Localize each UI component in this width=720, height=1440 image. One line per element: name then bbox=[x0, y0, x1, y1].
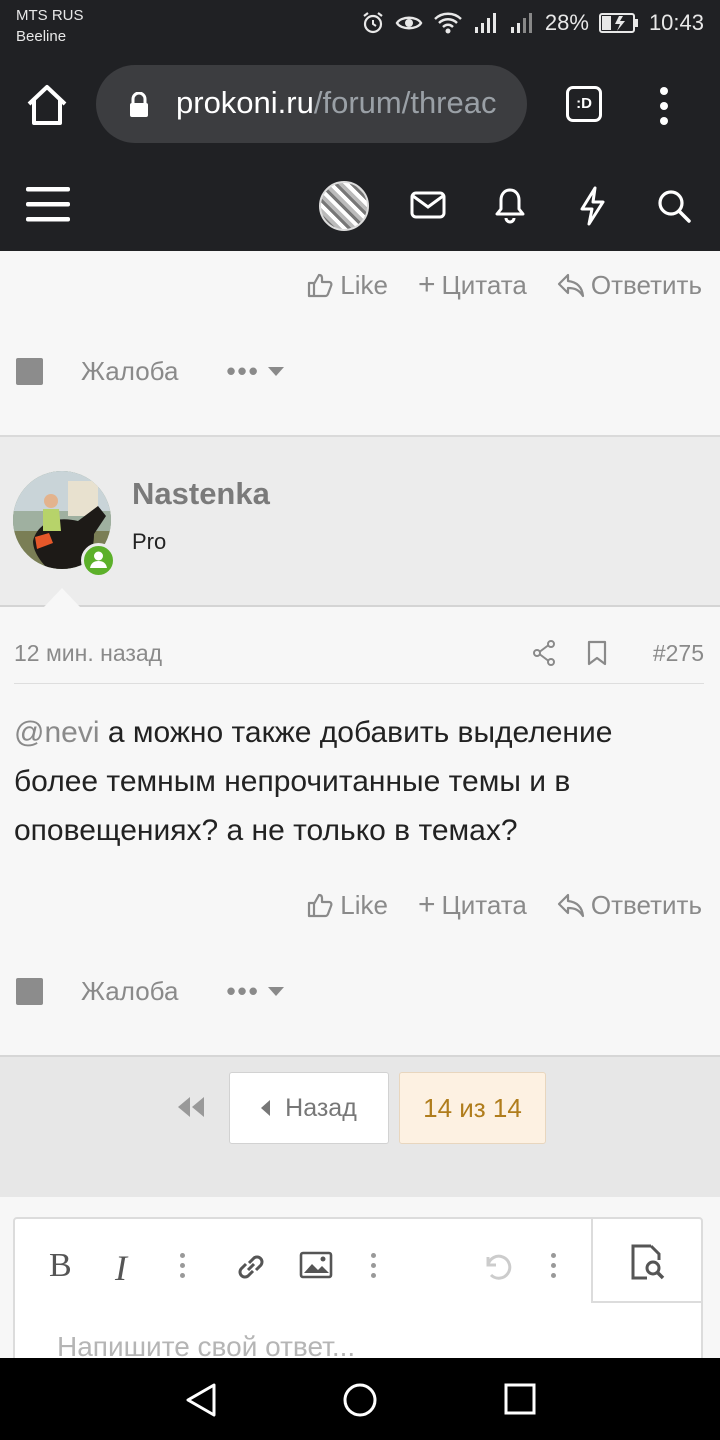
signal-icon-2 bbox=[510, 13, 532, 33]
post-user-info: Nastenka Pro bbox=[0, 451, 720, 607]
browser-menu-icon[interactable] bbox=[650, 86, 678, 126]
report-link[interactable]: Жалоба bbox=[81, 356, 178, 387]
pointer-notch bbox=[44, 588, 80, 607]
bold-button[interactable]: B bbox=[49, 1247, 72, 1285]
battery-percent: 28% bbox=[544, 10, 589, 35]
search-icon[interactable] bbox=[656, 188, 692, 224]
more-format-icon[interactable] bbox=[180, 1253, 186, 1283]
lightning-icon[interactable] bbox=[578, 186, 606, 226]
system-nav-bar bbox=[0, 1358, 720, 1440]
quote-button[interactable]: + Цитата bbox=[418, 268, 527, 302]
user-avatar[interactable] bbox=[319, 181, 369, 231]
like-button[interactable]: Like bbox=[306, 270, 388, 301]
hamburger-menu-icon[interactable] bbox=[26, 185, 72, 225]
lock-icon bbox=[130, 92, 148, 117]
bell-icon[interactable] bbox=[494, 186, 526, 224]
reply-arrow-icon bbox=[557, 893, 584, 918]
browser-toolbar: prokoni.ru/forum/threac :D bbox=[0, 50, 720, 160]
username-link[interactable]: Nastenka bbox=[132, 476, 270, 512]
mail-icon[interactable] bbox=[410, 190, 446, 220]
battery-icon bbox=[598, 13, 638, 33]
user-mention[interactable]: @nevi bbox=[14, 716, 100, 749]
quote-button[interactable]: + Цитата bbox=[418, 888, 527, 922]
post-time[interactable]: 12 мин. назад bbox=[14, 640, 162, 667]
url-host: prokoni.ru bbox=[176, 85, 314, 120]
reply-button[interactable]: Ответить bbox=[557, 890, 702, 921]
plus-icon: + bbox=[417, 268, 436, 301]
share-icon[interactable] bbox=[532, 640, 556, 666]
more-insert-icon[interactable] bbox=[371, 1253, 377, 1283]
link-icon[interactable] bbox=[233, 1249, 269, 1285]
more-options-button[interactable]: ••• bbox=[226, 356, 284, 387]
more-options-button[interactable]: ••• bbox=[226, 976, 284, 1007]
carrier-info: MTS RUS Beeline bbox=[16, 5, 84, 47]
first-page-icon[interactable] bbox=[176, 1095, 206, 1119]
thumbs-up-icon bbox=[308, 273, 333, 298]
thumbs-up-icon bbox=[308, 893, 333, 918]
plus-icon: + bbox=[417, 888, 436, 921]
status-bar: MTS RUS Beeline 28% 10:43 bbox=[0, 0, 720, 50]
undo-icon[interactable] bbox=[479, 1249, 515, 1285]
post-message: а можно также добавить выделение более т… bbox=[14, 716, 613, 847]
alarm-icon bbox=[363, 12, 383, 34]
quote-label: Цитата bbox=[441, 269, 527, 300]
post-separator bbox=[0, 435, 720, 451]
reply-label: Ответить bbox=[590, 889, 702, 920]
like-label: Like bbox=[340, 269, 388, 300]
status-icons: 28% 10:43 bbox=[361, 10, 704, 36]
eye-icon bbox=[395, 16, 423, 30]
report-link[interactable]: Жалоба bbox=[81, 976, 178, 1007]
like-button[interactable]: Like bbox=[306, 890, 388, 921]
tab-switcher-button[interactable]: :D bbox=[566, 86, 602, 122]
like-label: Like bbox=[340, 889, 388, 920]
url-text[interactable]: prokoni.ru/forum/threac bbox=[176, 85, 511, 121]
caret-down-icon bbox=[267, 986, 284, 996]
url-path: /forum/threac bbox=[313, 85, 497, 120]
caret-left-icon bbox=[261, 1100, 271, 1116]
recents-icon[interactable] bbox=[504, 1383, 536, 1415]
carrier-2: Beeline bbox=[16, 28, 67, 45]
signal-icon-1 bbox=[474, 13, 496, 33]
reply-editor: B I Напишите свой ответ... bbox=[13, 1217, 703, 1377]
preview-icon bbox=[631, 1244, 665, 1280]
user-title: Pro bbox=[132, 529, 167, 554]
prev-page-button[interactable]: Назад bbox=[229, 1072, 389, 1144]
reply-button[interactable]: Ответить bbox=[557, 270, 702, 301]
preview-button[interactable] bbox=[591, 1219, 701, 1303]
reply-label: Ответить bbox=[590, 269, 702, 300]
prev-page-label: Назад bbox=[285, 1093, 357, 1122]
post-meta: 12 мин. назад #275 bbox=[14, 640, 704, 684]
back-icon[interactable] bbox=[184, 1382, 218, 1418]
online-status-icon bbox=[81, 543, 116, 578]
address-bar[interactable]: prokoni.ru/forum/threac bbox=[96, 65, 527, 143]
home-circle-icon[interactable] bbox=[342, 1382, 378, 1418]
more-options-icon[interactable] bbox=[551, 1253, 557, 1283]
pagination: Назад 14 из 14 bbox=[0, 1055, 720, 1197]
previous-post-report-row: Жалоба ••• bbox=[16, 356, 284, 387]
reply-arrow-icon bbox=[557, 273, 584, 298]
ellipsis-icon: ••• bbox=[226, 356, 260, 386]
caret-down-icon bbox=[267, 366, 284, 376]
wifi-icon bbox=[434, 12, 462, 34]
ellipsis-icon: ••• bbox=[226, 976, 260, 1006]
clock: 10:43 bbox=[648, 10, 704, 35]
home-icon[interactable] bbox=[24, 82, 70, 128]
site-header bbox=[0, 160, 720, 251]
select-checkbox[interactable] bbox=[16, 978, 43, 1005]
italic-button[interactable]: I bbox=[115, 1247, 127, 1289]
post-body: @nevi а можно также добавить выделение б… bbox=[14, 708, 704, 855]
post-actions: Like + Цитата Ответить bbox=[306, 888, 702, 922]
bookmark-icon[interactable] bbox=[587, 640, 607, 666]
quote-label: Цитата bbox=[441, 889, 527, 920]
page-indicator[interactable]: 14 из 14 bbox=[399, 1072, 546, 1144]
select-checkbox[interactable] bbox=[16, 358, 43, 385]
image-icon[interactable] bbox=[299, 1251, 333, 1279]
carrier-1: MTS RUS bbox=[16, 7, 84, 24]
post-report-row: Жалоба ••• bbox=[16, 976, 284, 1007]
previous-post-actions: Like + Цитата Ответить bbox=[306, 268, 702, 302]
post-number[interactable]: #275 bbox=[653, 640, 704, 667]
